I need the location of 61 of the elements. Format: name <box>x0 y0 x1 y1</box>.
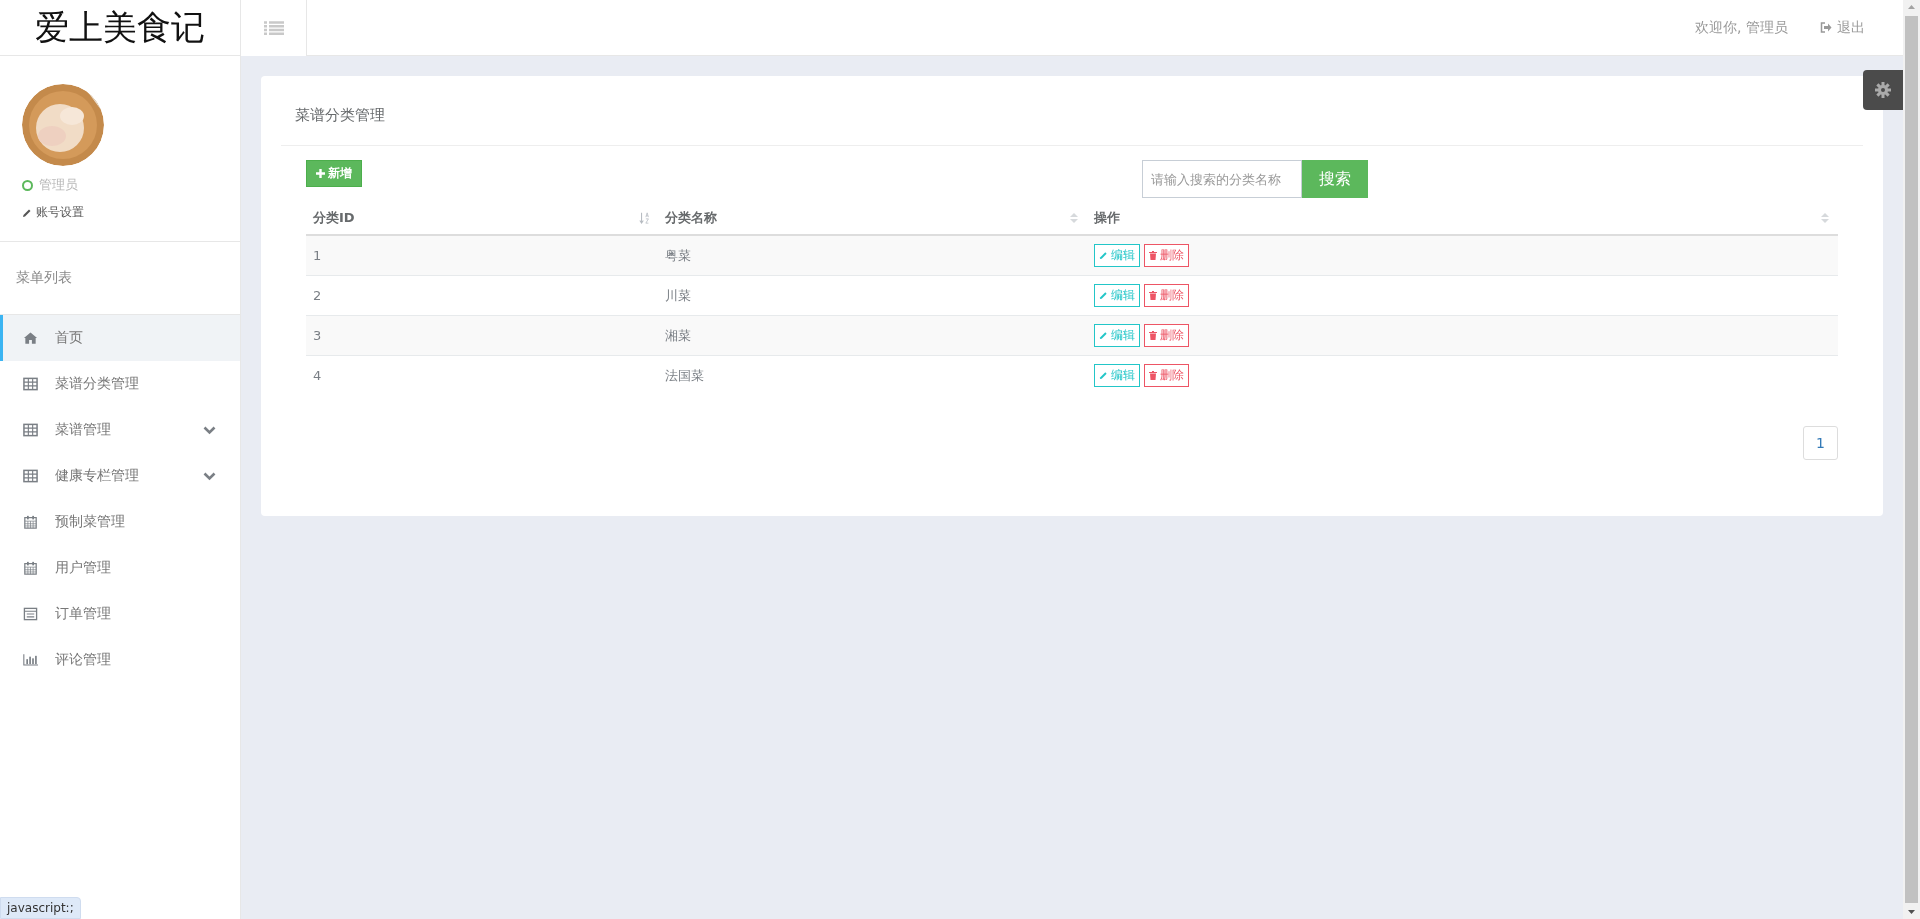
table-cell: 法国菜 <box>665 367 705 383</box>
sidebar-item[interactable]: 评论管理 <box>0 637 240 683</box>
column-header[interactable]: 操作 <box>1094 209 1121 227</box>
delete-button[interactable]: 删除 <box>1144 364 1190 387</box>
account-settings-label[interactable]: 账号设置 <box>36 204 84 221</box>
menu-icon <box>263 20 284 35</box>
logout-icon <box>1820 22 1832 33</box>
bar-chart-icon <box>23 653 38 667</box>
sidebar-item[interactable]: 菜谱管理 <box>0 407 240 453</box>
pencil-icon <box>1099 371 1109 380</box>
table-icon <box>23 377 38 391</box>
trash-icon <box>1149 251 1158 260</box>
plus-icon <box>316 169 325 178</box>
sidebar-item[interactable]: 预制菜管理 <box>0 499 240 545</box>
status-url: javascript:; <box>0 897 81 919</box>
sort-icon[interactable] <box>1819 211 1831 225</box>
delete-button[interactable]: 删除 <box>1144 284 1190 307</box>
sidebar-item[interactable]: 用户管理 <box>0 545 240 591</box>
table-cell: 粤菜 <box>665 247 692 263</box>
home-icon <box>23 331 38 345</box>
sidebar-item[interactable]: 健康专栏管理 <box>0 453 240 499</box>
card-title: 菜谱分类管理 <box>281 76 1863 146</box>
pencil-icon <box>1099 251 1109 260</box>
page-button[interactable]: 1 <box>1803 426 1838 460</box>
sort-icon[interactable] <box>639 211 652 225</box>
welcome-text: 欢迎你, 管理员 <box>1695 18 1788 37</box>
add-button[interactable]: 新增 <box>306 160 362 187</box>
sidebar-item[interactable]: 首页 <box>0 315 240 361</box>
delete-button[interactable]: 删除 <box>1144 324 1190 347</box>
settings-button[interactable] <box>1863 70 1903 110</box>
list-icon <box>23 607 38 621</box>
sort-icon[interactable] <box>1068 211 1081 225</box>
trash-icon <box>1149 291 1158 300</box>
menu-toggle-button[interactable] <box>241 0 307 56</box>
sidebar-item[interactable]: 订单管理 <box>0 591 240 637</box>
sidebar-item[interactable]: 菜谱分类管理 <box>0 361 240 407</box>
trash-icon <box>1149 331 1158 340</box>
delete-button[interactable]: 删除 <box>1144 244 1190 267</box>
table-cell: 2 <box>313 288 322 303</box>
table-cell: 4 <box>313 368 322 383</box>
scrollbar[interactable] <box>1903 0 1920 919</box>
column-header[interactable]: 分类名称 <box>665 209 718 227</box>
table-cell: 川菜 <box>665 287 692 303</box>
trash-icon <box>1149 371 1158 380</box>
search-field[interactable]: 请输入搜索的分类名称 <box>1142 160 1302 198</box>
pencil-icon <box>22 207 32 218</box>
table-cell: 1 <box>313 248 322 263</box>
user-role: 管理员 <box>39 176 78 194</box>
gear-icon <box>1875 82 1891 98</box>
table-cell: 湘菜 <box>665 327 692 343</box>
table-cell: 3 <box>313 328 322 343</box>
table-icon <box>23 423 38 437</box>
logout-link[interactable]: 退出 <box>1820 18 1865 37</box>
pencil-icon <box>1099 291 1109 300</box>
calendar-icon <box>23 561 38 575</box>
column-header[interactable]: 分类ID <box>313 209 355 227</box>
app-logo[interactable]: 爱上美食记 <box>0 0 240 56</box>
calendar-icon <box>23 515 38 529</box>
table-icon <box>23 469 38 483</box>
search-button[interactable]: 搜索 <box>1302 160 1368 198</box>
pencil-icon <box>1099 331 1109 340</box>
